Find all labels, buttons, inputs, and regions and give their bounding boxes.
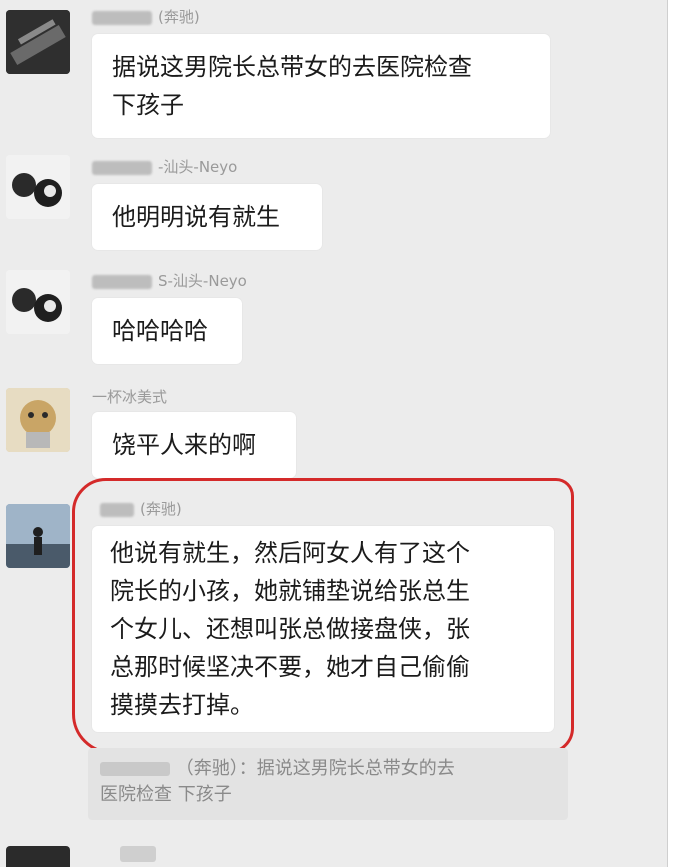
avatar-4[interactable] bbox=[6, 388, 70, 452]
message-line: 他说有就生，然后阿女人有了这个 bbox=[110, 539, 470, 567]
message-line: 饶平人来的啊 bbox=[112, 431, 256, 459]
message-line: 院长的小孩，她就铺垫说给张总生 bbox=[110, 577, 470, 605]
blurred-name bbox=[100, 502, 134, 517]
message-bubble[interactable]: 他说有就生，然后阿女人有了这个 院长的小孩，她就铺垫说给张总生 个女儿、还想叫张… bbox=[92, 526, 554, 732]
blurred-name bbox=[92, 274, 152, 289]
avatar-image-icon bbox=[6, 504, 70, 568]
avatar-6[interactable] bbox=[6, 846, 70, 867]
message-bubble[interactable]: 据说这男院长总带女的去医院检查 下孩子 bbox=[92, 34, 550, 138]
quote-line-1: （奔驰）：据说这男院长总带女的去 bbox=[100, 756, 556, 782]
message-line: 个女儿、还想叫张总做接盘侠，张 bbox=[110, 615, 470, 643]
avatar-2[interactable] bbox=[6, 155, 70, 219]
blurred-name bbox=[120, 846, 156, 862]
message-bubble[interactable]: 饶平人来的啊 bbox=[92, 412, 296, 478]
sender-name: S-汕头-Neyo bbox=[92, 270, 247, 291]
chat-window: (奔驰) 据说这男院长总带女的去医院检查 下孩子 -汕头-Neyo 他明明说有就… bbox=[0, 0, 668, 867]
blurred-name bbox=[100, 762, 170, 776]
blurred-name bbox=[92, 10, 152, 25]
sender-name: 一杯冰美式 bbox=[92, 388, 168, 406]
message-line: 他明明说有就生 bbox=[112, 203, 280, 231]
quote-line-2: 医院检查 下孩子 bbox=[100, 784, 232, 805]
message-line: 哈哈哈哈 bbox=[112, 317, 208, 345]
avatar-5[interactable] bbox=[6, 504, 70, 568]
message-line: 摸摸去打掉。 bbox=[110, 691, 254, 719]
message-line: 总那时候坚决不要，她才自己偷偷 bbox=[110, 653, 470, 681]
message-bubble[interactable]: 哈哈哈哈 bbox=[92, 298, 242, 364]
message-line: 据说这男院长总带女的去医院检查 bbox=[112, 53, 472, 81]
avatar-1[interactable] bbox=[6, 10, 70, 74]
quoted-message[interactable]: （奔驰）：据说这男院长总带女的去 医院检查 下孩子 bbox=[88, 748, 568, 820]
avatar-3[interactable] bbox=[6, 270, 70, 334]
sender-name: (奔驰) bbox=[100, 498, 182, 519]
avatar-image-icon bbox=[6, 155, 70, 219]
message-bubble[interactable]: 他明明说有就生 bbox=[92, 184, 322, 250]
sender-name: -汕头-Neyo bbox=[92, 156, 237, 177]
message-line: 下孩子 bbox=[112, 91, 184, 119]
blurred-name bbox=[92, 160, 152, 175]
avatar-image-icon bbox=[6, 270, 70, 334]
sender-name: (奔驰) bbox=[92, 6, 200, 27]
avatar-image-icon bbox=[6, 10, 70, 74]
right-edge-strip bbox=[667, 0, 676, 867]
avatar-image-icon bbox=[6, 388, 70, 452]
